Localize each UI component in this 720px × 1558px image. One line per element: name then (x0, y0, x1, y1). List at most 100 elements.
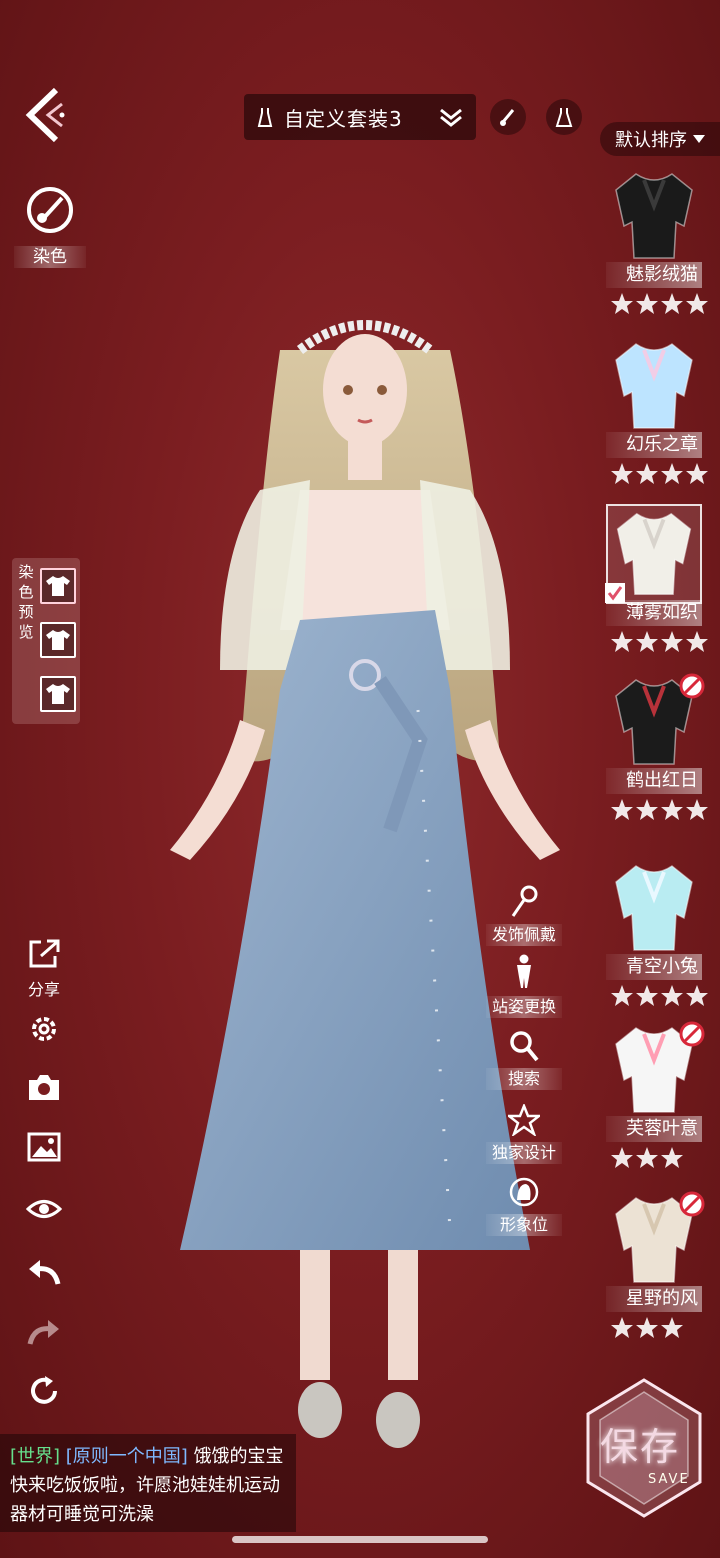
dye-preview-panel: 染色预览 (12, 558, 80, 724)
item-thumbnail (615, 865, 693, 951)
item-rarity (610, 1316, 684, 1346)
item-name: 芙蓉叶意 (606, 1116, 702, 1142)
item-rarity (610, 462, 709, 492)
action-label: 独家设计 (486, 1142, 562, 1164)
star-icon (686, 799, 708, 820)
outfit-name: 自定义套装3 (284, 106, 403, 131)
action-label: 搜索 (486, 1068, 562, 1090)
item-name: 鹤出红日 (606, 768, 702, 794)
star-icon (661, 799, 683, 820)
item-rarity (610, 630, 709, 660)
chevron-down-icon (440, 108, 462, 127)
star-icon (611, 1317, 633, 1338)
action-label: 发饰佩戴 (486, 924, 562, 946)
pose-icon (517, 954, 531, 988)
star-icon (661, 985, 683, 1006)
outfit-selector[interactable]: 自定义套装3 (244, 94, 476, 140)
dye-label: 染色 (14, 246, 86, 268)
item-name: 青空小兔 (606, 954, 702, 980)
ban-icon (679, 1191, 705, 1217)
share-button[interactable]: 分享 (22, 938, 66, 1000)
eye-icon (25, 1200, 63, 1218)
outfit-toggle-button[interactable] (546, 99, 582, 135)
shirt-icon (46, 630, 70, 650)
star-icon (636, 799, 658, 820)
outfit-item[interactable]: 芙蓉叶意 (600, 1020, 710, 1186)
search-button[interactable]: 搜索 (486, 1030, 562, 1090)
outfit-item[interactable]: 星野的风 (600, 1190, 710, 1356)
album-button[interactable] (22, 1132, 66, 1166)
star-icon (636, 1317, 658, 1338)
item-rarity (610, 292, 709, 322)
back-arrow-icon (25, 87, 65, 143)
item-name: 薄雾如织 (606, 600, 702, 626)
star-icon (686, 631, 708, 652)
star-icon (636, 985, 658, 1006)
reset-button[interactable] (22, 1374, 66, 1412)
hair-accessory-button[interactable]: 发饰佩戴 (486, 884, 562, 946)
star-icon (686, 293, 708, 314)
outfit-item[interactable]: 魅影绒猫 (600, 166, 710, 332)
shirt-icon (46, 576, 70, 596)
dye-slot-1[interactable] (40, 568, 76, 604)
star-icon (661, 1147, 683, 1168)
hairpin-icon (511, 885, 538, 917)
avatar-slot-button[interactable]: 形象位 (486, 1176, 562, 1236)
palette-icon (27, 187, 73, 233)
sort-label: 默认排序 (615, 130, 687, 151)
hide-ui-button[interactable] (22, 1196, 66, 1226)
back-button[interactable] (22, 86, 70, 144)
star-icon (505, 1102, 543, 1138)
save-button[interactable]: 保存 SAVE (584, 1378, 704, 1518)
dye-slot-3[interactable] (40, 676, 76, 712)
camera-button[interactable] (22, 1073, 66, 1107)
chat-box[interactable]: [世界] [原则一个中国] 饿饿的宝宝快来吃饭饭啦，许愿池娃娃机运动器材可睡觉可… (0, 1434, 296, 1532)
dye-slot-2[interactable] (40, 622, 76, 658)
brush-tool-button[interactable] (490, 99, 526, 135)
gear-icon (32, 1017, 56, 1041)
star-icon (661, 631, 683, 652)
star-icon (636, 293, 658, 314)
ban-icon (679, 673, 705, 699)
star-icon (661, 293, 683, 314)
dye-preview-label: 染色预览 (18, 563, 34, 641)
item-name: 魅影绒猫 (606, 262, 702, 288)
item-rarity (610, 984, 709, 1014)
camera-icon (29, 1075, 59, 1100)
pose-change-button[interactable]: 站姿更换 (486, 954, 562, 1018)
item-name: 星野的风 (606, 1286, 702, 1312)
brush-icon (500, 109, 515, 126)
action-label: 形象位 (486, 1214, 562, 1236)
share-label: 分享 (27, 980, 60, 999)
outfit-item[interactable]: 青空小兔 (600, 858, 710, 1024)
character-model (170, 320, 560, 1448)
action-label: 站姿更换 (486, 996, 562, 1018)
star-icon (636, 631, 658, 652)
outfit-item[interactable]: 幻乐之章 (600, 336, 710, 502)
outfit-item[interactable]: 薄雾如织 (600, 504, 710, 670)
image-icon (27, 1132, 61, 1162)
chat-guild: [原则一个中国] (65, 1446, 188, 1467)
caret-down-icon (693, 135, 705, 143)
star-icon (686, 463, 708, 484)
chat-channel: [世界] (10, 1446, 61, 1467)
search-icon (510, 1031, 539, 1062)
settings-button[interactable] (22, 1012, 66, 1050)
redo-button[interactable] (22, 1316, 66, 1350)
avatar-icon (509, 1177, 539, 1207)
share-icon (29, 939, 60, 968)
redo-icon (27, 1320, 59, 1345)
star-icon (611, 293, 633, 314)
sort-dropdown[interactable]: 默认排序 (600, 122, 720, 156)
star-icon (686, 985, 708, 1006)
exclusive-design-button[interactable]: 独家设计 (486, 1102, 562, 1164)
dye-button[interactable]: 染色 (14, 184, 86, 268)
ban-icon (679, 1021, 705, 1047)
star-icon (636, 1147, 658, 1168)
star-icon (611, 1147, 633, 1168)
home-indicator (232, 1536, 488, 1543)
save-label: 保存 (600, 1425, 681, 1469)
dress-icon (555, 108, 573, 127)
undo-button[interactable] (22, 1256, 66, 1290)
outfit-item[interactable]: 鹤出红日 (600, 672, 710, 838)
